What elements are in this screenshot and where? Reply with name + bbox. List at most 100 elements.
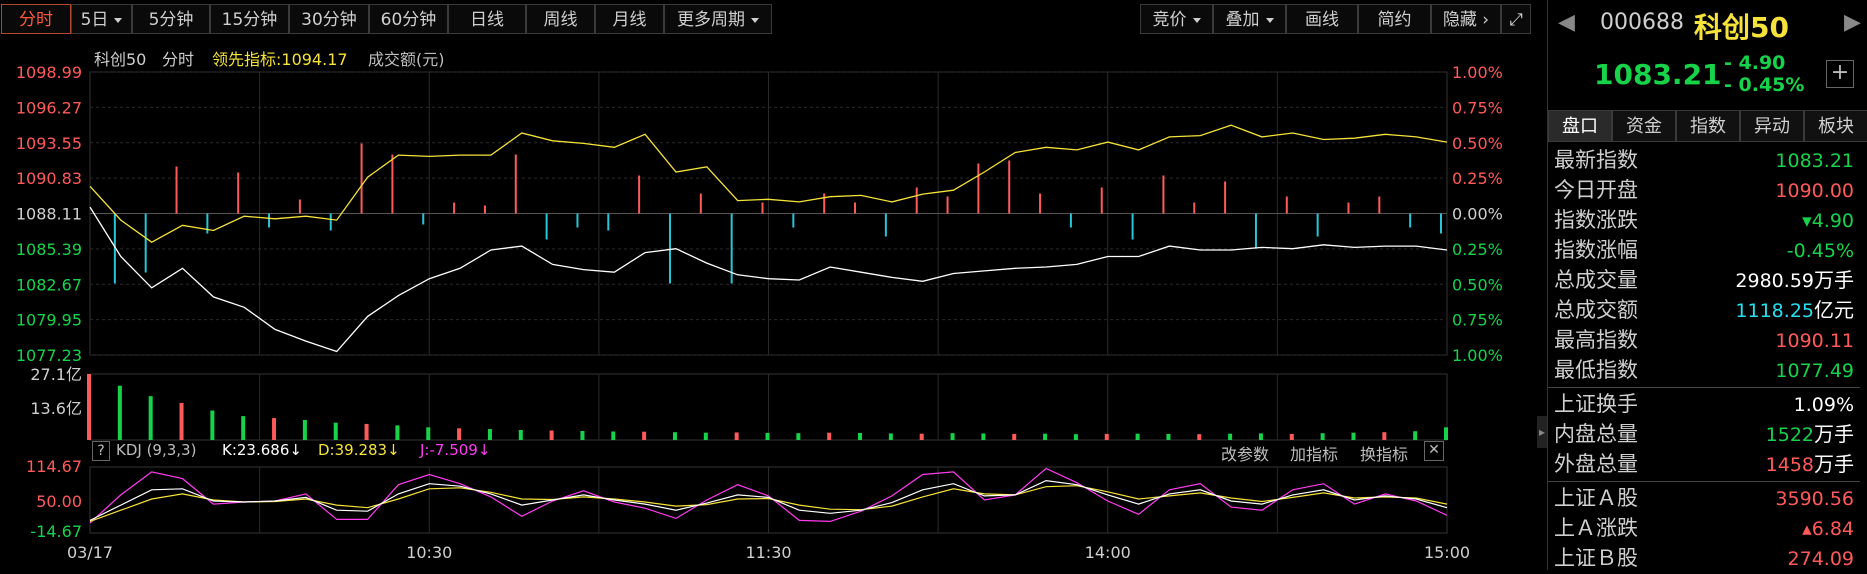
quote-number: 2980.59 <box>1735 270 1814 292</box>
change-params-button[interactable]: 改参数 <box>1221 441 1269 465</box>
price-tick-left: 1098.99 <box>16 63 82 82</box>
quote-number: 1090.00 <box>1775 180 1854 202</box>
panel-tab-quotes[interactable]: 盘口 <box>1548 110 1612 142</box>
price-tick-left: 1096.27 <box>16 98 82 117</box>
volume-bar <box>487 429 492 440</box>
volume-bar <box>580 430 585 440</box>
quote-key: 上证Ｂ股 <box>1554 546 1638 570</box>
quote-key: 上证换手 <box>1554 392 1638 416</box>
quote-number: 1.09% <box>1793 394 1854 416</box>
quote-row: 最新指数 1083.21 <box>1554 145 1860 175</box>
panel-tab-index[interactable]: 指数 <box>1676 110 1740 142</box>
quote-number: 1118.25 <box>1735 300 1814 322</box>
quote-value: -0.45% <box>1787 235 1854 266</box>
legend-period: 分时 <box>162 50 195 69</box>
quote-key: 最新指数 <box>1554 148 1638 172</box>
quote-key: 内盘总量 <box>1554 422 1638 446</box>
quote-value: ▾4.90 <box>1802 205 1854 236</box>
divider <box>1548 481 1860 482</box>
volume-bar <box>703 432 708 440</box>
quote-row: 上证换手 1.09% <box>1554 389 1860 419</box>
time-tick: 03/17 <box>67 543 113 562</box>
volume-bar <box>672 432 677 440</box>
quote-key: 外盘总量 <box>1554 452 1638 476</box>
pct-tick-right: 0.75% <box>1452 98 1503 117</box>
quote-number: 1077.49 <box>1775 360 1854 382</box>
quote-key: 最高指数 <box>1554 328 1638 352</box>
volume-bar <box>87 374 91 440</box>
time-tick: 15:00 <box>1424 543 1470 562</box>
quote-value: 1118.25亿元 <box>1735 295 1854 326</box>
volume-bar <box>241 416 246 440</box>
volume-bar <box>364 423 369 440</box>
quote-number: 1090.11 <box>1775 330 1854 352</box>
kdj-tick: 114.67 <box>26 457 82 476</box>
volume-bar <box>426 427 431 440</box>
help-icon[interactable]: ? <box>92 441 110 461</box>
collapse-panel-handle[interactable]: ▸ <box>1537 416 1547 448</box>
price-tick-left: 1090.83 <box>16 169 82 188</box>
switch-indicator-button[interactable]: 换指标 <box>1360 441 1408 465</box>
volume-bar <box>1382 432 1387 440</box>
quote-value: 1.09% <box>1794 389 1854 420</box>
quote-key: 最低指数 <box>1554 358 1638 382</box>
volume-bar <box>1289 433 1294 440</box>
quote-value: 1090.11 <box>1775 325 1854 356</box>
volume-bar <box>642 431 647 440</box>
legend-lead-indicator: 领先指标:1094.17 <box>212 50 348 69</box>
volume-bar <box>950 433 955 440</box>
price-tick-left: 1085.39 <box>16 240 82 259</box>
time-tick: 14:00 <box>1085 543 1131 562</box>
divider <box>1548 387 1860 388</box>
quote-row: 外盘总量 1458万手 <box>1554 449 1860 479</box>
legend-amount: 成交额(元) <box>368 50 445 69</box>
chart-area[interactable]: 1098.99 1096.27 1093.55 1090.83 1088.11 1085.… <box>0 0 1547 570</box>
quote-value: 2980.59万手 <box>1735 265 1854 296</box>
volume-bar <box>827 432 832 440</box>
pct-tick-right: 0.50% <box>1452 134 1503 153</box>
quote-row: 上证Ｂ股 274.09 <box>1554 543 1860 573</box>
volume-bar <box>333 422 338 440</box>
quote-row: 内盘总量 1522万手 <box>1554 419 1860 449</box>
volume-bar <box>1320 433 1325 440</box>
volume-bar <box>1197 434 1202 440</box>
next-arrow-icon[interactable]: ▶ <box>1844 10 1861 35</box>
volume-bar <box>518 430 523 440</box>
quote-number: ▾4.90 <box>1802 210 1854 232</box>
volume-bar <box>981 433 986 440</box>
quote-key: 指数涨幅 <box>1554 238 1638 262</box>
volume-bar <box>1135 433 1140 440</box>
time-tick: 10:30 <box>406 543 452 562</box>
panel-tab-sectors[interactable]: 板块 <box>1804 110 1867 142</box>
volume-bar <box>272 418 277 440</box>
volume-bar <box>611 431 616 440</box>
price-tick-left: 1079.95 <box>16 311 82 330</box>
quote-key: 指数涨跌 <box>1554 208 1638 232</box>
close-icon[interactable]: ✕ <box>1424 441 1444 461</box>
prev-arrow-icon[interactable]: ◀ <box>1558 10 1575 35</box>
time-tick: 11:30 <box>745 543 791 562</box>
volume-bar <box>734 432 739 440</box>
quote-unit: 万手 <box>1814 268 1854 292</box>
quote-row: 上Ａ涨跌 ▴6.84 <box>1554 513 1860 543</box>
volume-bar <box>1073 434 1078 440</box>
quote-number: 1083.21 <box>1775 150 1854 172</box>
current-price: 1083.21 <box>1594 58 1722 91</box>
price-tick-left: 1077.23 <box>16 346 82 365</box>
panel-tab-funds[interactable]: 资金 <box>1612 110 1676 142</box>
add-watchlist-icon[interactable]: + <box>1826 60 1854 88</box>
volume-bar <box>302 420 307 440</box>
pct-tick-right: 0.75% <box>1452 311 1503 330</box>
pct-tick-right: 1.00% <box>1452 63 1503 82</box>
quote-row: 指数涨跌 ▾4.90 <box>1554 205 1860 235</box>
pct-tick-right: 1.00% <box>1452 346 1503 365</box>
add-indicator-button[interactable]: 加指标 <box>1290 441 1338 465</box>
quote-key: 总成交额 <box>1554 298 1638 322</box>
volume-bar <box>796 433 801 440</box>
quote-number: 274.09 <box>1787 548 1854 570</box>
quote-row: 今日开盘 1090.00 <box>1554 175 1860 205</box>
panel-tab-movers[interactable]: 异动 <box>1740 110 1804 142</box>
kdj-tick: -14.67 <box>30 522 82 541</box>
kdj-tick: 50.00 <box>36 492 82 511</box>
volume-bar <box>765 432 770 440</box>
